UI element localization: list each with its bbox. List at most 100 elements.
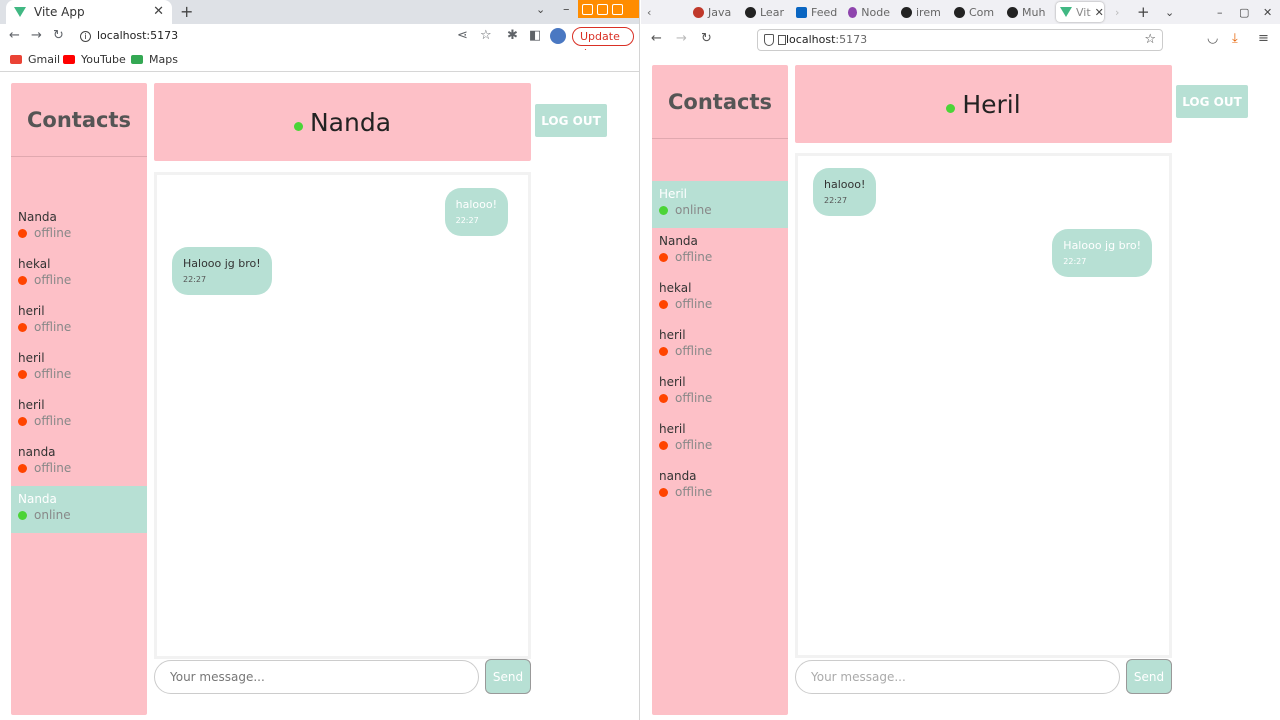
contact-item[interactable]: hekal offline <box>652 275 788 322</box>
new-tab-icon[interactable]: + <box>180 2 193 21</box>
maximize-icon[interactable]: ▢ <box>1239 2 1249 22</box>
bookmark-star-icon[interactable]: ☆ <box>1144 30 1156 50</box>
pocket-icon[interactable]: ◡ <box>1207 31 1218 46</box>
online-dot-icon <box>293 121 303 131</box>
contact-item[interactable]: heril offline <box>652 322 788 369</box>
forward-icon[interactable]: → <box>676 31 687 46</box>
status-dot-icon <box>659 393 668 403</box>
tab[interactable]: Com <box>954 2 996 22</box>
new-tab-icon[interactable]: + <box>1137 2 1150 22</box>
message-bubble: Halooo jg bro! 22:27 <box>172 247 272 295</box>
online-dot-icon <box>946 103 956 113</box>
tab-search-icon[interactable]: ⌄ <box>536 3 545 16</box>
vue-logo-icon <box>14 7 26 17</box>
tab[interactable]: Muh <box>1007 2 1049 22</box>
status-text: offline <box>675 485 713 499</box>
contact-status: offline <box>18 413 147 429</box>
contact-name: Nanda <box>18 492 57 506</box>
contacts-panel: Contacts Nanda offline hekal offline heril of… <box>11 83 147 715</box>
update-button[interactable]: Update ⋮ <box>572 27 634 60</box>
contact-item[interactable]: heril offline <box>652 369 788 416</box>
contact-name: hekal <box>659 281 692 295</box>
minimize-icon[interactable]: – <box>563 2 570 17</box>
tab[interactable]: Feed <box>796 2 838 22</box>
extensions-puzzle-icon[interactable]: ✱ <box>507 28 518 43</box>
logout-button[interactable]: LOG OUT <box>535 104 607 137</box>
close-tab-icon[interactable]: ✕ <box>1095 6 1104 19</box>
message-time: 22:27 <box>1063 257 1087 266</box>
contact-item[interactable]: Nanda offline <box>652 228 788 275</box>
tab-vite-app[interactable]: Vite App ✕ <box>6 0 172 24</box>
chat-header: Heril <box>795 65 1172 143</box>
status-dot-icon <box>659 252 668 262</box>
status-text: offline <box>34 273 72 287</box>
info-icon[interactable]: i <box>80 31 91 42</box>
message-list: halooo! 22:27 Halooo jg bro! 22:27 <box>154 172 531 659</box>
reload-icon[interactable]: ↻ <box>701 31 712 46</box>
list-tabs-icon[interactable]: ⌄ <box>1165 2 1174 22</box>
tab-title: Vite App <box>34 5 85 19</box>
contact-name: Nanda <box>659 234 698 248</box>
contacts-panel: Contacts Heril online Nanda offline hekal off… <box>652 65 788 715</box>
message-bubble: Halooo jg bro! 22:27 <box>1052 229 1152 277</box>
logout-button[interactable]: LOG OUT <box>1176 85 1248 118</box>
status-dot-icon <box>18 369 27 379</box>
contact-status: offline <box>18 366 147 382</box>
close-window-icon[interactable]: ✕ <box>1263 2 1272 22</box>
contact-name: hekal <box>18 257 51 271</box>
contact-status: offline <box>18 225 147 241</box>
contact-name: heril <box>659 328 686 342</box>
forward-icon[interactable]: → <box>31 28 42 43</box>
contact-item[interactable]: heril offline <box>11 392 147 439</box>
contact-item[interactable]: hekal offline <box>11 251 147 298</box>
contact-item[interactable]: nanda offline <box>652 463 788 510</box>
contact-status: offline <box>659 390 788 406</box>
tab-bar: Vite App ✕ + ⌄ – <box>0 0 639 24</box>
maps-icon <box>131 55 143 64</box>
message-input[interactable]: Your message... <box>154 660 479 694</box>
tab[interactable]: Lear <box>745 2 787 22</box>
contacts-title: Contacts <box>652 65 788 139</box>
close-tab-icon[interactable]: ✕ <box>153 4 164 19</box>
shield-icon[interactable] <box>764 34 774 46</box>
contact-item[interactable]: heril offline <box>11 298 147 345</box>
youtube-icon <box>63 55 75 64</box>
contact-item[interactable]: Nanda online <box>11 486 147 533</box>
contact-name: nanda <box>659 469 697 483</box>
minimize-icon[interactable]: – <box>1217 2 1223 22</box>
message-bubble: halooo! 22:27 <box>813 168 877 216</box>
extension-tray[interactable] <box>578 0 639 18</box>
send-button[interactable]: Send <box>1126 659 1172 694</box>
status-text: offline <box>34 414 72 428</box>
tab-scroll-left-icon[interactable]: ‹ <box>647 2 651 22</box>
chat-header: Nanda <box>154 83 531 161</box>
contact-item[interactable]: Nanda offline <box>11 204 147 251</box>
contact-item[interactable]: Heril online <box>652 181 788 228</box>
tab-scroll-right-icon[interactable]: › <box>1115 2 1119 22</box>
message-input[interactable]: Your message... <box>795 660 1120 694</box>
contact-item[interactable]: nanda offline <box>11 439 147 486</box>
bookmark-gmail[interactable]: Gmail <box>10 53 60 66</box>
tab-active[interactable]: Vit ✕ <box>1056 2 1104 22</box>
menu-icon[interactable]: ≡ <box>1258 31 1269 46</box>
contact-item[interactable]: heril offline <box>11 345 147 392</box>
tab[interactable]: Java <box>693 2 735 22</box>
profile-avatar[interactable] <box>550 28 566 44</box>
side-panel-icon[interactable]: ◧ <box>529 28 541 43</box>
bookmark-youtube[interactable]: YouTube <box>63 53 126 66</box>
back-icon[interactable]: ← <box>651 31 662 46</box>
bookmark-maps[interactable]: Maps <box>131 53 178 66</box>
tab[interactable]: irem <box>901 2 943 22</box>
contacts-title: Contacts <box>11 83 147 157</box>
contact-name: heril <box>18 398 45 412</box>
share-icon[interactable]: ⋖ <box>457 28 468 43</box>
address-bar[interactable]: localhost:5173 ☆ <box>757 29 1163 51</box>
download-icon[interactable]: ⤓ <box>1232 31 1238 46</box>
reload-icon[interactable]: ↻ <box>53 28 64 43</box>
contact-item[interactable]: heril offline <box>652 416 788 463</box>
send-button[interactable]: Send <box>485 659 531 694</box>
bookmark-star-icon[interactable]: ☆ <box>480 28 492 43</box>
tab[interactable]: Node <box>848 2 890 22</box>
back-icon[interactable]: ← <box>9 28 20 43</box>
address-bar[interactable]: i localhost:5173 <box>80 29 178 42</box>
